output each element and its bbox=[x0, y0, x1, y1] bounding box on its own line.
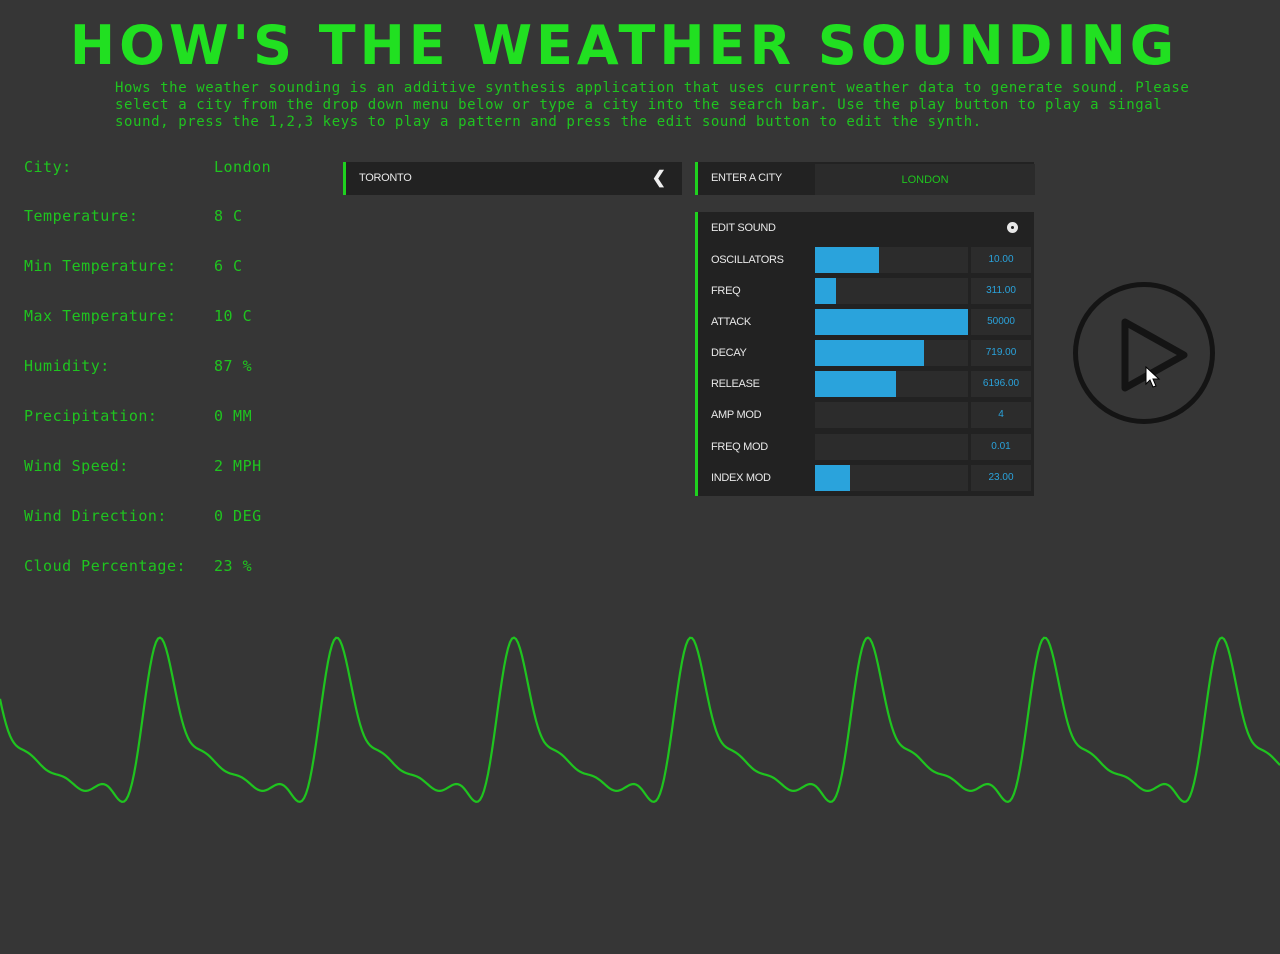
stat-value: 2 MPH bbox=[214, 457, 262, 475]
param-freq-mod: FREQ MOD 0.01 bbox=[698, 432, 1034, 460]
param-label: INDEX MOD bbox=[711, 472, 771, 484]
param-value[interactable]: 50000 bbox=[971, 309, 1031, 335]
close-circle-icon[interactable] bbox=[1007, 222, 1018, 233]
param-release: RELEASE 6196.00 bbox=[698, 369, 1034, 397]
param-freq: FREQ 311.00 bbox=[698, 276, 1034, 304]
stat-label: Wind Speed: bbox=[24, 457, 129, 475]
city-search-bar: ENTER A CITY bbox=[695, 162, 1035, 195]
stat-label: Precipitation: bbox=[24, 407, 158, 425]
stat-city: City: London bbox=[24, 158, 324, 178]
param-value[interactable]: 311.00 bbox=[971, 278, 1031, 304]
param-slider[interactable] bbox=[815, 247, 968, 273]
param-label: RELEASE bbox=[711, 378, 760, 390]
stat-humidity: Humidity: 87 % bbox=[24, 357, 324, 377]
slider-fill bbox=[815, 247, 880, 273]
param-label: FREQ MOD bbox=[711, 441, 768, 453]
stat-cloud-percentage: Cloud Percentage: 23 % bbox=[24, 557, 324, 577]
param-value[interactable]: 6196.00 bbox=[971, 371, 1031, 397]
param-slider[interactable] bbox=[815, 371, 968, 397]
waveform-display bbox=[0, 636, 1280, 804]
param-slider[interactable] bbox=[815, 465, 968, 491]
stat-label: Humidity: bbox=[24, 357, 110, 375]
stat-precipitation: Precipitation: 0 MM bbox=[24, 407, 324, 427]
param-oscillators: OSCILLATORS 10.00 bbox=[698, 245, 1034, 273]
param-decay: DECAY 719.00 bbox=[698, 338, 1034, 366]
stat-min-temperature: Min Temperature: 6 C bbox=[24, 257, 324, 277]
param-value[interactable]: 4 bbox=[971, 402, 1031, 428]
stat-label: Temperature: bbox=[24, 207, 139, 225]
param-index-mod: INDEX MOD 23.00 bbox=[698, 463, 1034, 491]
waveform-line bbox=[0, 636, 1280, 804]
edit-sound-button[interactable]: EDIT SOUND bbox=[711, 222, 776, 234]
slider-fill bbox=[815, 465, 851, 491]
param-slider[interactable] bbox=[815, 434, 968, 460]
app-title: HOW'S THE WEATHER SOUNDING bbox=[69, 14, 1179, 77]
param-label: FREQ bbox=[711, 285, 741, 297]
slider-fill bbox=[815, 371, 897, 397]
param-attack: ATTACK 50000 bbox=[698, 307, 1034, 335]
stat-label: Max Temperature: bbox=[24, 307, 177, 325]
play-button[interactable] bbox=[1073, 282, 1215, 424]
param-slider[interactable] bbox=[815, 402, 968, 428]
stat-wind-speed: Wind Speed: 2 MPH bbox=[24, 457, 324, 477]
param-value[interactable]: 0.01 bbox=[971, 434, 1031, 460]
slider-fill bbox=[815, 278, 837, 304]
edit-sound-panel: EDIT SOUND OSCILLATORS 10.00 FREQ 311.00… bbox=[695, 212, 1034, 496]
stat-value: 23 % bbox=[214, 557, 253, 575]
chevron-left-icon[interactable]: ❮ bbox=[652, 168, 666, 188]
stat-temperature: Temperature: 8 C bbox=[24, 207, 324, 227]
stat-value: 6 C bbox=[214, 257, 243, 275]
app-description: Hows the weather sounding is an additive… bbox=[115, 80, 1190, 130]
param-label: AMP MOD bbox=[711, 409, 762, 421]
param-slider[interactable] bbox=[815, 340, 968, 366]
stat-value: 0 DEG bbox=[214, 507, 262, 525]
city-search-input[interactable] bbox=[815, 164, 1035, 195]
stat-value: 10 C bbox=[214, 307, 253, 325]
param-value[interactable]: 10.00 bbox=[971, 247, 1031, 273]
param-slider[interactable] bbox=[815, 278, 968, 304]
play-icon bbox=[1121, 318, 1188, 392]
stat-label: Wind Direction: bbox=[24, 507, 167, 525]
stat-max-temperature: Max Temperature: 10 C bbox=[24, 307, 324, 327]
stat-wind-direction: Wind Direction: 0 DEG bbox=[24, 507, 324, 527]
stat-value: 8 C bbox=[214, 207, 243, 225]
stat-label: Min Temperature: bbox=[24, 257, 177, 275]
stat-value: 87 % bbox=[214, 357, 253, 375]
param-label: OSCILLATORS bbox=[711, 254, 784, 266]
stat-label: City: bbox=[24, 158, 72, 176]
param-label: ATTACK bbox=[711, 316, 751, 328]
city-dropdown[interactable]: TORONTO ❮ bbox=[343, 162, 682, 195]
slider-fill bbox=[815, 309, 968, 335]
param-value[interactable]: 719.00 bbox=[971, 340, 1031, 366]
param-slider[interactable] bbox=[815, 309, 968, 335]
city-dropdown-selected: TORONTO bbox=[359, 172, 412, 184]
slider-fill bbox=[815, 340, 924, 366]
param-amp-mod: AMP MOD 4 bbox=[698, 400, 1034, 428]
param-value[interactable]: 23.00 bbox=[971, 465, 1031, 491]
stat-value: London bbox=[214, 158, 272, 176]
param-label: DECAY bbox=[711, 347, 747, 359]
stat-value: 0 MM bbox=[214, 407, 253, 425]
mouse-cursor-icon bbox=[1145, 366, 1161, 388]
city-search-label: ENTER A CITY bbox=[711, 172, 782, 184]
stat-label: Cloud Percentage: bbox=[24, 557, 187, 575]
